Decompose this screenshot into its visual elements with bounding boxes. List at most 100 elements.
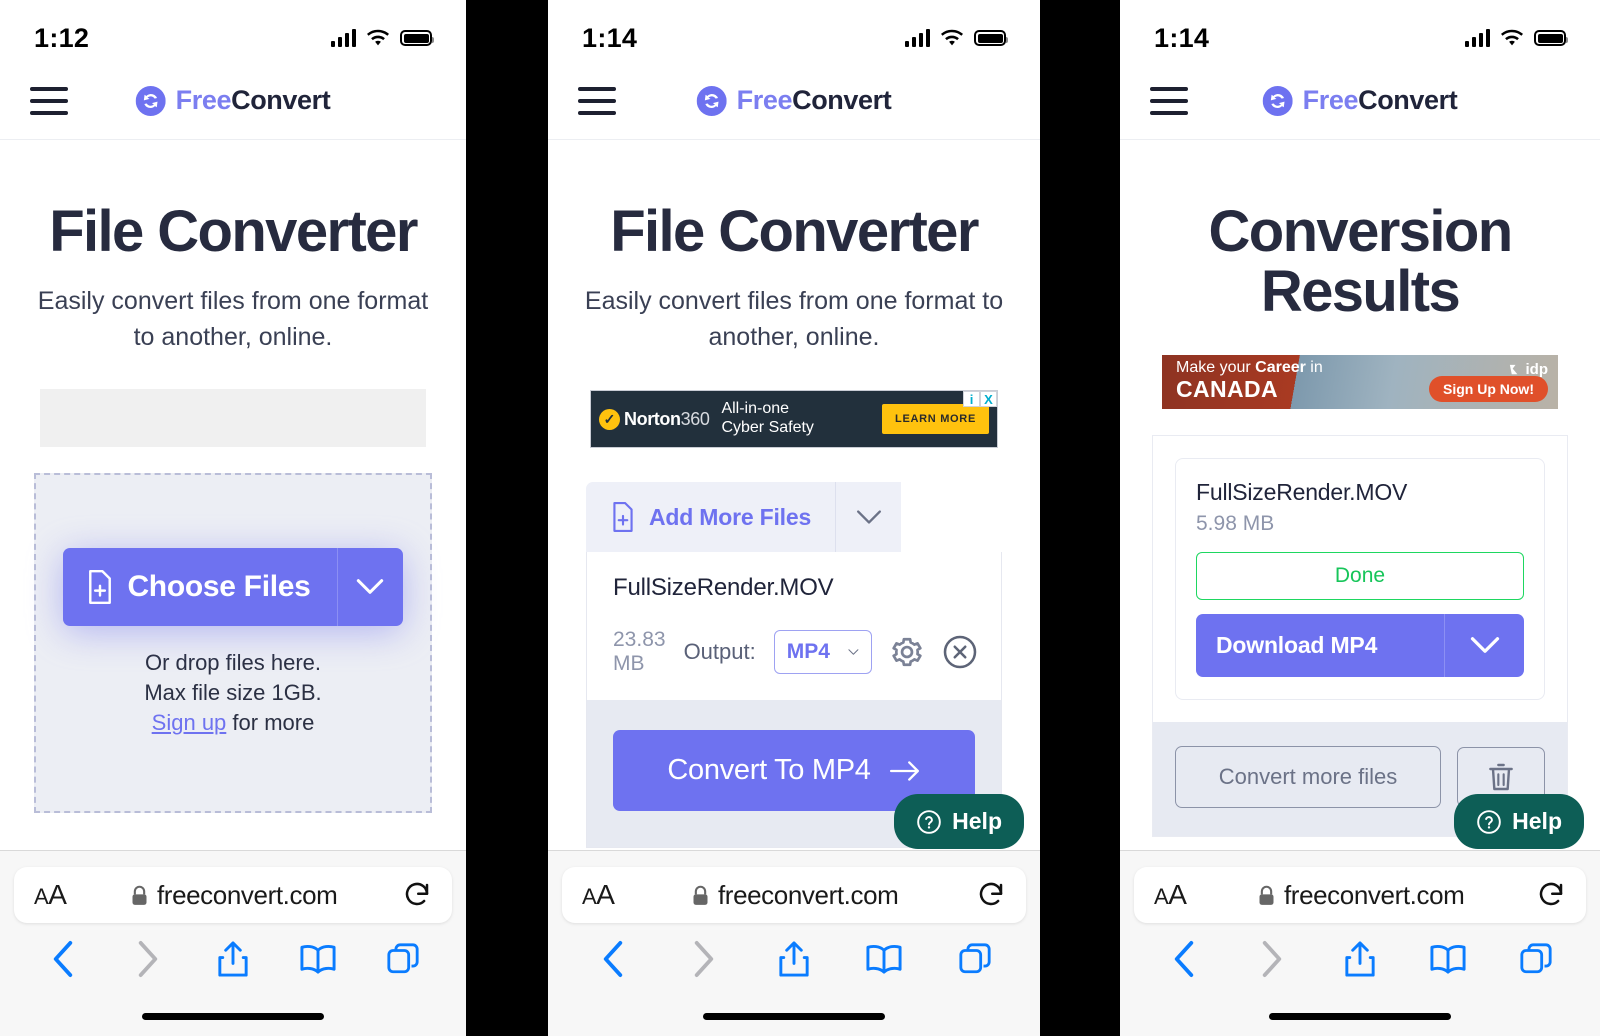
share-button[interactable] <box>1338 937 1382 981</box>
back-button[interactable] <box>41 937 85 981</box>
book-icon <box>1430 944 1466 974</box>
status-indicators <box>904 29 1008 47</box>
help-button[interactable]: Help <box>894 794 1024 849</box>
phone-panel-upload: 1:12 FreeConvert File Converter Easily c… <box>0 0 466 1036</box>
close-circle-icon[interactable] <box>942 634 978 670</box>
download-dropdown-button[interactable] <box>1444 613 1524 677</box>
choose-files-dropdown-button[interactable] <box>336 547 403 626</box>
wifi-icon <box>1501 29 1523 46</box>
safari-url-bar[interactable]: AA freeconvert.com <box>14 867 452 923</box>
idp-line1-b: in <box>1305 359 1323 377</box>
ad-placeholder <box>40 389 426 448</box>
file-add-icon <box>613 502 633 533</box>
gear-icon[interactable] <box>890 635 924 669</box>
add-more-files-label: Add More Files <box>649 503 812 530</box>
cellular-signal-icon <box>1464 29 1490 47</box>
check-badge-icon: ✓ <box>599 408 620 430</box>
menu-button[interactable] <box>1150 86 1188 115</box>
safari-url-bar[interactable]: AA freeconvert.com <box>562 867 1026 923</box>
home-indicator <box>703 1013 885 1020</box>
back-button[interactable] <box>1162 937 1206 981</box>
file-action-icons <box>890 634 978 670</box>
file-dropzone[interactable]: Choose Files Or drop files here. Max fil… <box>34 473 432 814</box>
text-size-button[interactable]: AA <box>34 879 67 911</box>
tabs-button[interactable] <box>1514 937 1558 981</box>
battery-full-icon <box>400 30 434 46</box>
url-text: freeconvert.com <box>1283 879 1465 910</box>
ad-cta-button[interactable]: LEARN MORE <box>882 404 989 435</box>
help-button[interactable]: Help <box>1454 794 1584 849</box>
url-display[interactable]: freeconvert.com <box>614 880 976 911</box>
safari-chrome: AA freeconvert.com <box>1120 850 1600 1036</box>
ad-banner-idp[interactable]: Make your Career in CANADA idp Sign Up N… <box>1162 354 1558 409</box>
lock-icon <box>693 885 708 905</box>
file-name: FullSizeRender.MOV <box>613 574 834 602</box>
forward-button[interactable] <box>682 937 726 981</box>
text-size-button[interactable]: AA <box>1154 879 1187 911</box>
brand-text-convert: Convert <box>792 85 892 115</box>
share-button[interactable] <box>772 937 816 981</box>
menu-button[interactable] <box>578 86 616 115</box>
share-icon <box>218 941 248 977</box>
share-button[interactable] <box>211 937 255 981</box>
reload-icon[interactable] <box>1536 880 1566 910</box>
forward-button[interactable] <box>126 937 170 981</box>
forward-button[interactable] <box>1250 937 1294 981</box>
help-label: Help <box>1512 808 1562 834</box>
convert-more-files-button[interactable]: Convert more files <box>1175 745 1441 808</box>
idp-ad-line1: Make your Career in <box>1176 360 1380 376</box>
sync-circle-icon <box>696 85 727 116</box>
text-size-button[interactable]: AA <box>582 879 615 911</box>
idp-ad-line2: CANADA <box>1176 376 1279 403</box>
ad-close-icon[interactable]: X <box>980 391 997 408</box>
cellular-signal-icon <box>904 29 930 47</box>
safari-toolbar <box>548 923 1040 981</box>
safari-url-bar[interactable]: AA freeconvert.com <box>1134 867 1586 923</box>
back-button[interactable] <box>591 937 635 981</box>
book-icon <box>300 944 336 974</box>
add-more-files-group: Add More Files <box>586 482 1002 553</box>
url-display[interactable]: freeconvert.com <box>1186 880 1536 911</box>
tabs-button[interactable] <box>381 937 425 981</box>
adchoices-info-icon[interactable]: i <box>963 391 980 408</box>
share-icon <box>1345 941 1375 977</box>
tabs-icon <box>387 943 419 974</box>
brand-logo[interactable]: FreeConvert <box>135 85 331 116</box>
download-button[interactable]: Download MP4 <box>1196 613 1444 677</box>
choose-files-label: Choose Files <box>127 569 311 603</box>
url-text: freeconvert.com <box>717 879 899 910</box>
tabs-icon <box>959 943 991 974</box>
output-format-select[interactable]: MP4 <box>773 630 872 675</box>
bookmarks-button[interactable] <box>296 937 340 981</box>
idp-mark-icon <box>1509 364 1517 374</box>
status-bar: 1:14 <box>548 0 1040 62</box>
add-more-files-dropdown-button[interactable] <box>835 482 902 553</box>
idp-cta-button[interactable]: Sign Up Now! <box>1429 375 1548 402</box>
add-more-files-button[interactable]: Add More Files <box>586 482 836 553</box>
chevron-left-icon <box>53 941 72 977</box>
reload-icon[interactable] <box>402 880 432 910</box>
result-file-name: FullSizeRender.MOV <box>1196 478 1408 505</box>
site-header: FreeConvert <box>0 62 466 140</box>
choose-files-button[interactable]: Choose Files <box>63 547 337 626</box>
bookmarks-button[interactable] <box>1426 937 1470 981</box>
phone-panel-convert: 1:14 FreeConvert File Converter Easily c… <box>548 0 1040 1036</box>
url-display[interactable]: freeconvert.com <box>66 880 402 911</box>
convert-button-label: Convert To MP4 <box>667 754 871 787</box>
dropzone-hints: Or drop files here. Max file size 1GB. S… <box>144 648 321 739</box>
status-time: 1:12 <box>34 22 90 53</box>
brand-logo[interactable]: FreeConvert <box>696 85 892 116</box>
bookmarks-button[interactable] <box>862 937 906 981</box>
idp-line1-bold: Career <box>1255 359 1306 377</box>
result-card: FullSizeRender.MOV 5.98 MB Done Download… <box>1175 457 1545 700</box>
sync-circle-icon <box>135 85 166 116</box>
status-bar: 1:12 <box>0 0 466 62</box>
brand-logo[interactable]: FreeConvert <box>1262 85 1458 116</box>
tabs-button[interactable] <box>953 937 997 981</box>
trash-icon <box>1489 763 1513 790</box>
signup-link[interactable]: Sign up <box>152 710 227 735</box>
reload-icon[interactable] <box>976 880 1006 910</box>
menu-button[interactable] <box>30 86 68 115</box>
chevron-down-icon <box>1470 637 1499 653</box>
ad-banner-norton[interactable]: ✓ Norton360 All-in-one Cyber Safety LEAR… <box>590 390 998 449</box>
